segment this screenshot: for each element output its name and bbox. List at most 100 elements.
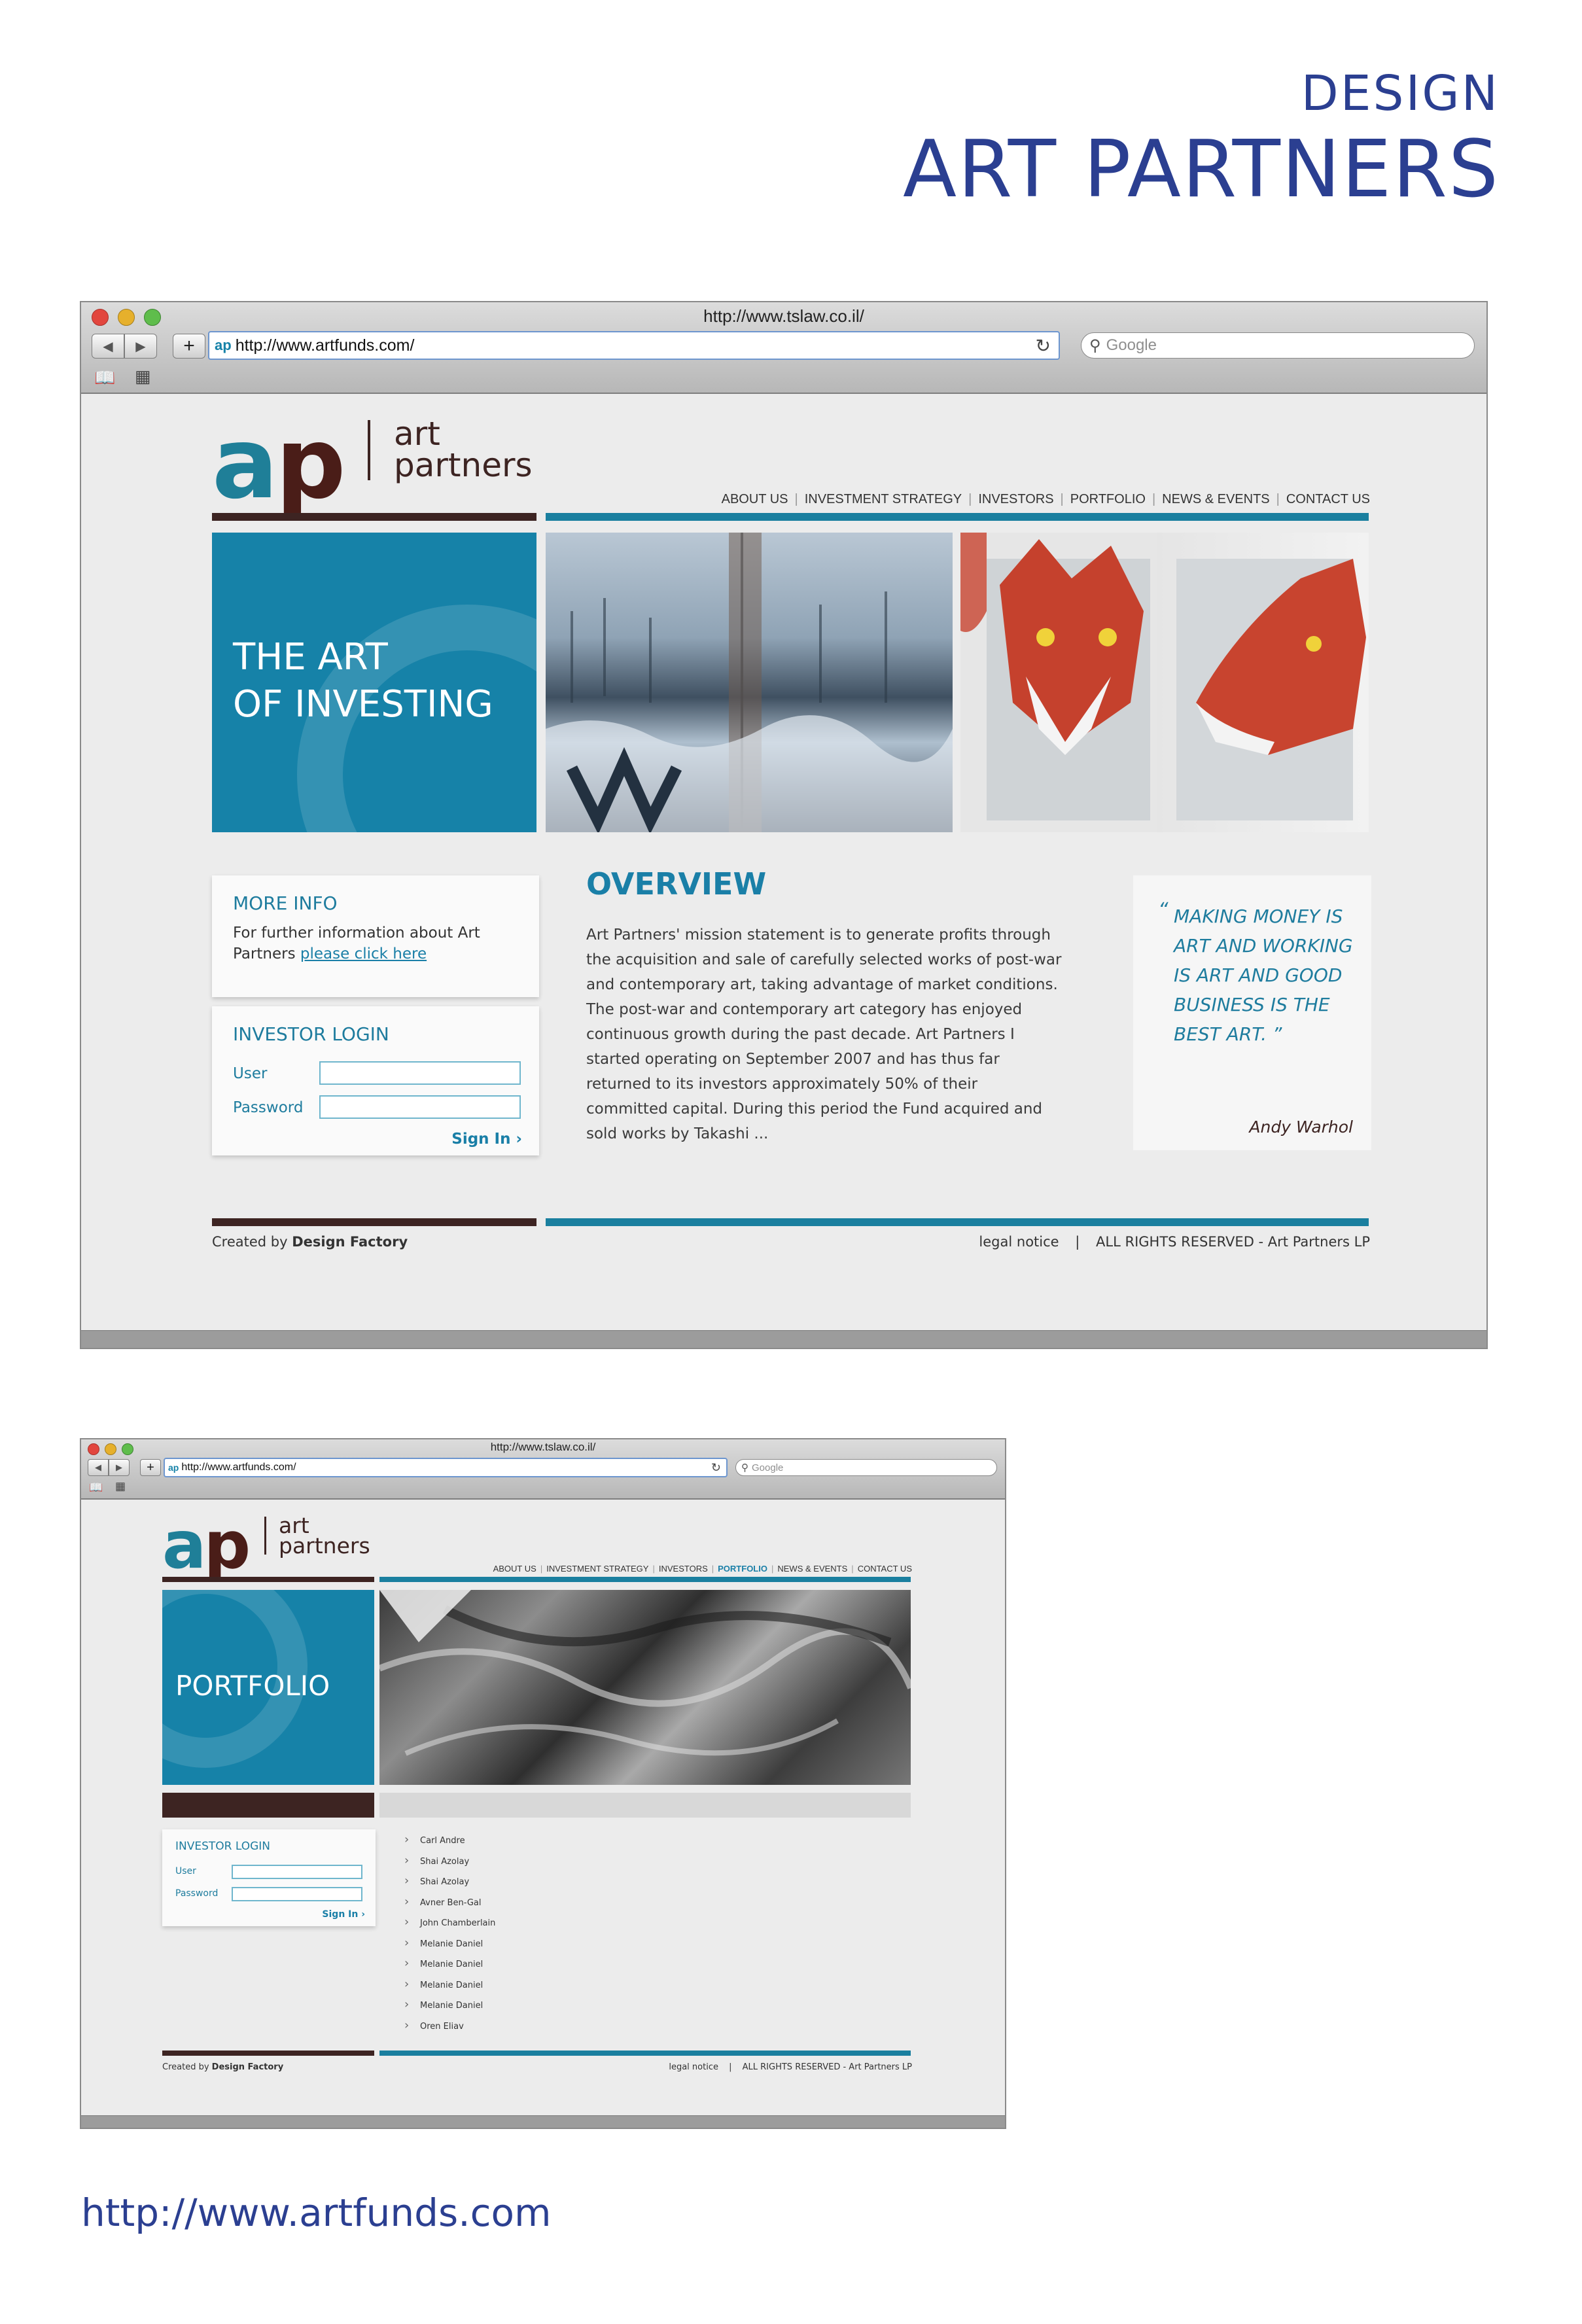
footer-credit: Created by Design Factory	[162, 2062, 283, 2072]
back-arrow-icon: ◀	[103, 339, 113, 354]
nav-item-about-us[interactable]: ABOUT US	[493, 1564, 536, 1574]
password-field[interactable]	[232, 1887, 362, 1901]
logo-text-art: art	[394, 415, 440, 453]
more-info-card: MORE INFO For further information about …	[212, 875, 539, 997]
search-icon: ⚲	[1089, 336, 1101, 355]
rights-text: ALL RIGHTS RESERVED - Art Partners LP	[742, 2062, 912, 2072]
nav-item-investment-strategy[interactable]: INVESTMENT STRATEGY	[805, 492, 962, 507]
user-label: User	[175, 1866, 196, 1876]
quote-card: “ MAKING MONEY IS ART AND WORKING IS ART A…	[1133, 875, 1371, 1150]
nav-separator: |	[1151, 492, 1156, 506]
nav-item-portfolio[interactable]: PORTFOLIO	[718, 1564, 767, 1574]
nav-item-contact-us[interactable]: CONTACT US	[858, 1564, 912, 1574]
quote-line: IS ART AND GOOD	[1174, 964, 1343, 986]
site-logo-text[interactable]: art partners	[394, 415, 533, 484]
artist-list-item[interactable]: Oren Eliav	[404, 2015, 495, 2036]
quote-text: MAKING MONEY IS ART AND WORKING IS ART AND…	[1174, 902, 1353, 1049]
artist-list-item[interactable]: Melanie Daniel	[404, 1974, 495, 1995]
footer-created-by: Created by	[212, 1234, 288, 1250]
browser-toolbar-small: http://www.tslaw.co.il/ ◀ ▶ + ap http://…	[81, 1439, 1005, 1500]
nav-item-investment-strategy[interactable]: INVESTMENT STRATEGY	[546, 1564, 648, 1574]
nav-item-about-us[interactable]: ABOUT US	[722, 492, 788, 507]
overview-line: returned to its investors approximately …	[586, 1076, 978, 1093]
artist-list-item[interactable]: Shai Azolay	[404, 1871, 495, 1892]
top-sites-grid-icon[interactable]: ▦	[135, 366, 151, 387]
user-field[interactable]	[319, 1061, 521, 1085]
design-label: DESIGN	[1301, 65, 1500, 122]
legal-notice-link[interactable]: legal notice	[669, 2062, 718, 2072]
search-field[interactable]: ⚲ Google	[1081, 332, 1475, 359]
forward-button[interactable]: ▶	[124, 334, 157, 359]
site-logo-mark[interactable]: ap	[212, 415, 346, 513]
sign-in-arrow-icon: ›	[516, 1131, 522, 1148]
footer-brown-rule	[212, 1218, 536, 1226]
url-text: http://www.artfunds.com/	[181, 1462, 296, 1473]
forward-arrow-icon: ▶	[135, 339, 146, 354]
back-button[interactable]: ◀	[92, 334, 124, 359]
user-field[interactable]	[232, 1865, 362, 1879]
nav-item-contact-us[interactable]: CONTACT US	[1286, 492, 1370, 507]
bookmarks-icon[interactable]: 📖	[89, 1481, 103, 1494]
nav-item-news-events[interactable]: NEWS & EVENTS	[1162, 492, 1269, 507]
bookmarks-icon[interactable]: 📖	[94, 368, 115, 388]
nav-item-investors[interactable]: INVESTORS	[659, 1564, 708, 1574]
nav-item-investors[interactable]: INVESTORS	[978, 492, 1053, 507]
status-bar	[81, 2115, 1005, 2128]
overview-text: Art Partners' mission statement is to ge…	[586, 923, 1103, 1146]
artist-list-item[interactable]: Melanie Daniel	[404, 1994, 495, 2015]
add-bookmark-button[interactable]: +	[173, 334, 205, 359]
artwork-plastic-sculpture-image	[379, 1590, 911, 1785]
search-field[interactable]: ⚲ Google	[735, 1459, 997, 1476]
overview-line: The post-war and contemporary art catego…	[586, 1001, 1023, 1018]
footer-design-factory-link[interactable]: Design Factory	[292, 1234, 408, 1250]
portfolio-hero-banner: PORTFOLIO	[162, 1590, 374, 1785]
reload-icon[interactable]: ↻	[1036, 335, 1051, 357]
overview-line: Art Partners' mission statement is to ge…	[586, 926, 1051, 943]
site-logo-text[interactable]: art partners	[279, 1515, 370, 1557]
overview-line: continuous growth during the past decade…	[586, 1026, 1015, 1043]
window-title: http://www.tslaw.co.il/	[703, 306, 864, 326]
browser-toolbar: http://www.tslaw.co.il/ ◀ ▶ + ap http://…	[81, 302, 1486, 394]
footer-blue-rule	[546, 1218, 1369, 1226]
footer-brown-rule	[162, 2051, 374, 2056]
back-button[interactable]: ◀	[88, 1459, 109, 1476]
footer-design-factory-link[interactable]: Design Factory	[212, 2062, 284, 2072]
password-field[interactable]	[319, 1095, 521, 1119]
overview-line: the acquisition and sale of carefully se…	[586, 951, 1062, 968]
nav-item-news-events[interactable]: NEWS & EVENTS	[777, 1564, 847, 1574]
reload-icon[interactable]: ↻	[711, 1461, 721, 1475]
add-bookmark-button[interactable]: +	[140, 1459, 161, 1476]
top-sites-grid-icon[interactable]: ▦	[115, 1480, 126, 1493]
more-info-link[interactable]: please click here	[300, 945, 427, 962]
sign-in-button[interactable]: Sign In ›	[451, 1131, 522, 1148]
artist-list-item[interactable]: Melanie Daniel	[404, 1933, 495, 1954]
artwork-landscape-image	[546, 533, 953, 832]
more-info-text: For further information about Art Partne…	[233, 923, 514, 964]
artist-list-item[interactable]: Shai Azolay	[404, 1850, 495, 1871]
address-bar[interactable]: ap http://www.artfunds.com/ ↻	[208, 331, 1060, 360]
logo-text-partners: partners	[394, 446, 533, 484]
overview-title: OVERVIEW	[586, 866, 767, 902]
nav-separator: |	[652, 1564, 655, 1574]
overview-line: committed capital. During this period th…	[586, 1100, 1043, 1118]
quote-line: BEST ART. ”	[1174, 1023, 1282, 1045]
forward-button[interactable]: ▶	[109, 1459, 130, 1476]
login-title: INVESTOR LOGIN	[233, 1023, 389, 1045]
investor-login-card: INVESTOR LOGIN User Password Sign In ›	[212, 1006, 539, 1155]
website-url[interactable]: http://www.artfunds.com	[81, 2191, 552, 2235]
status-bar	[81, 1330, 1486, 1348]
artist-list-item[interactable]: Melanie Daniel	[404, 1953, 495, 1974]
sign-in-label: Sign In	[451, 1131, 511, 1148]
nav-item-portfolio[interactable]: PORTFOLIO	[1070, 492, 1146, 507]
address-bar[interactable]: ap http://www.artfunds.com/ ↻	[164, 1458, 728, 1477]
plus-icon: +	[183, 335, 195, 357]
sign-in-button[interactable]: Sign In ›	[322, 1909, 365, 1920]
artist-list-item[interactable]: Carl Andre	[404, 1829, 495, 1850]
legal-notice-link[interactable]: legal notice	[979, 1234, 1059, 1250]
footer-blue-rule	[379, 2051, 911, 2056]
site-logo-mark[interactable]: ap	[162, 1513, 251, 1578]
artist-list-item[interactable]: John Chamberlain	[404, 1912, 495, 1933]
artist-list-item[interactable]: Avner Ben-Gal	[404, 1892, 495, 1912]
hero-headline-line1: THE ART	[233, 636, 388, 678]
nav-separator: |	[1276, 492, 1280, 506]
